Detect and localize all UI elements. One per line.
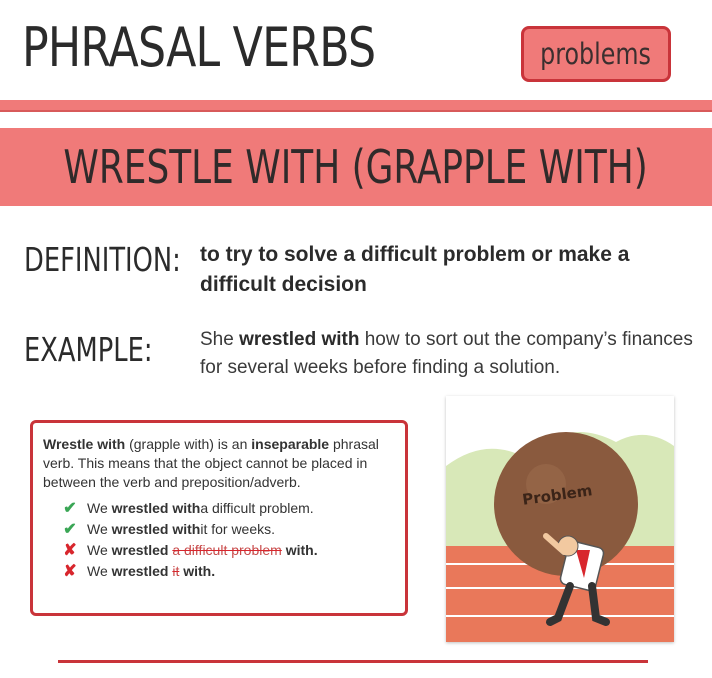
verb-heading: WRESTLE WITH (GRAPPLE WITH)	[63, 140, 649, 194]
example-text: She wrestled with how to sort out the co…	[200, 326, 700, 382]
row-bold: wrestled with	[111, 500, 201, 516]
grammar-note-box: Wrestle with (grapple with) is an insepa…	[30, 420, 408, 616]
example-row-incorrect-1: ✘ We wrestled a difficult problem with.	[43, 540, 395, 561]
row-bold: wrestled	[111, 542, 169, 558]
page-title: PHRASAL VERBS	[22, 16, 376, 79]
category-badge: problems	[521, 26, 671, 82]
grammar-note-intro: Wrestle with (grapple with) is an insepa…	[43, 435, 395, 492]
row-text: We	[87, 542, 108, 558]
row-strikethrough: a difficult problem	[172, 542, 282, 558]
cross-icon: ✘	[63, 542, 77, 559]
verb-banner: WRESTLE WITH (GRAPPLE WITH)	[0, 128, 712, 206]
row-bold: wrestled	[111, 563, 169, 579]
row-text: We	[87, 500, 108, 516]
row-text: it for weeks.	[200, 521, 276, 537]
row-strikethrough: it	[172, 563, 180, 579]
example-row-correct-2: ✔ We wrestled with it for weeks.	[43, 519, 395, 540]
category-badge-label: problems	[540, 37, 652, 71]
row-text: We	[87, 563, 108, 579]
row-bold: with.	[285, 542, 318, 558]
note-bold-verb: Wrestle with	[43, 436, 126, 452]
header-divider	[0, 100, 712, 112]
example-row-incorrect-2: ✘ We wrestled it with.	[43, 561, 395, 582]
illustration-man-pushing-boulder: Problem	[446, 396, 674, 642]
example-pre: She	[200, 329, 240, 350]
example-row-correct-1: ✔ We wrestled with a difficult problem.	[43, 498, 395, 519]
footer-divider	[58, 660, 648, 663]
check-icon: ✔	[63, 521, 77, 538]
row-bold: with.	[183, 563, 216, 579]
definition-label: DEFINITION:	[24, 240, 181, 279]
cross-icon: ✘	[63, 563, 77, 580]
row-text: We	[87, 521, 108, 537]
definition-text: to try to solve a difficult problem or m…	[200, 243, 630, 296]
note-bold-inseparable: inseparable	[251, 436, 330, 452]
example-label: EXAMPLE:	[24, 330, 153, 369]
check-icon: ✔	[63, 500, 77, 517]
row-bold: wrestled with	[111, 521, 201, 537]
note-text-1: (grapple with) is an	[125, 436, 252, 452]
example-bold: wrestled with	[239, 329, 360, 350]
row-text: a difficult problem.	[200, 500, 314, 516]
